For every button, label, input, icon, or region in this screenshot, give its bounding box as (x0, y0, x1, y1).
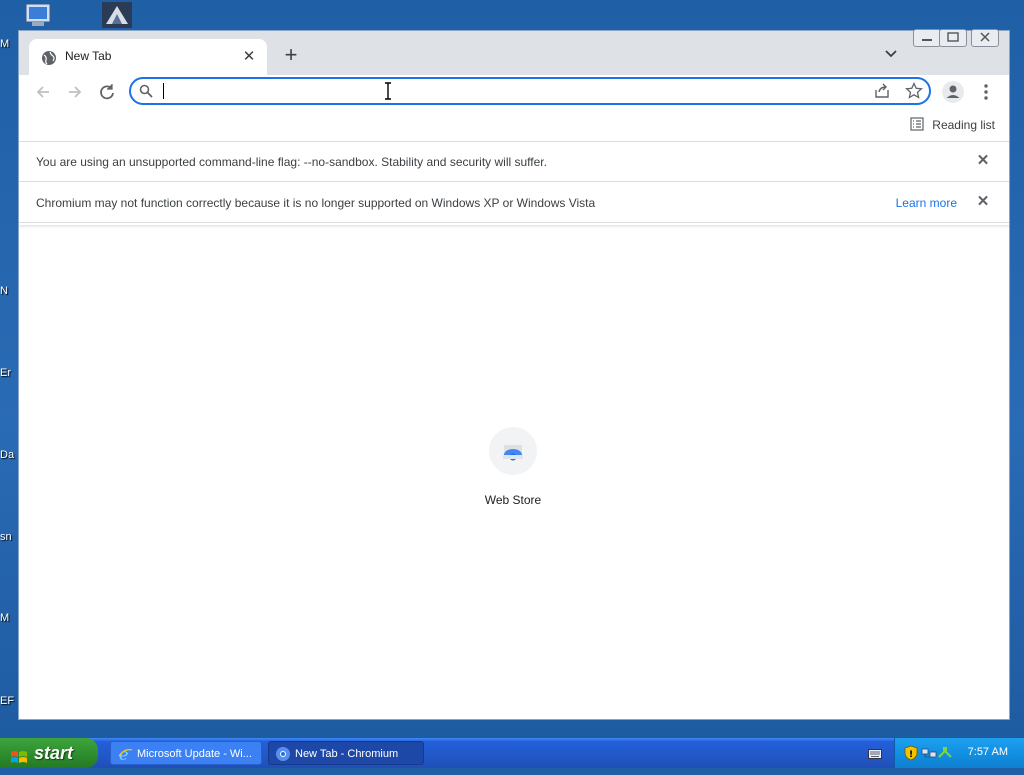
learn-more-link[interactable]: Learn more (896, 196, 957, 210)
i-beam-cursor-icon (383, 82, 393, 100)
infobar-sandbox-warning: You are using an unsupported command-lin… (19, 142, 1009, 182)
start-button[interactable]: start (0, 738, 98, 768)
network-icon[interactable] (921, 745, 937, 761)
chevron-down-icon[interactable] (881, 44, 901, 64)
infobar-message: Chromium may not function correctly beca… (36, 196, 596, 210)
chromium-icon (275, 746, 291, 762)
infobar-message: You are using an unsupported command-lin… (36, 155, 547, 169)
globe-icon (41, 50, 57, 66)
new-tab-page: Web Store (19, 225, 1009, 719)
taskbar: start e Microsoft Update - Wi... New Tab… (0, 738, 1024, 768)
close-icon[interactable]: ✕ (975, 153, 991, 169)
search-icon (139, 84, 153, 98)
back-button[interactable] (31, 80, 55, 104)
reading-list-label: Reading list (932, 118, 995, 132)
close-window-button[interactable] (971, 29, 999, 47)
more-menu-icon[interactable] (974, 80, 998, 104)
bookmarks-bar: Reading list (19, 109, 1009, 142)
desktop-icon-label[interactable]: Er (0, 367, 18, 379)
clock[interactable]: 7:57 AM (968, 746, 1008, 758)
close-icon[interactable]: ✕ (239, 47, 259, 67)
desktop-icon-label[interactable]: M (0, 612, 18, 624)
internet-explorer-icon: e (117, 745, 133, 764)
star-icon[interactable] (905, 81, 923, 100)
new-tab-button[interactable]: + (279, 44, 303, 68)
tab-title: New Tab (65, 49, 112, 63)
my-computer-desktop-icon[interactable] (22, 0, 56, 30)
forward-button[interactable] (63, 80, 87, 104)
toolbar (19, 75, 1009, 109)
profile-avatar[interactable] (941, 80, 965, 104)
address-input[interactable] (161, 82, 865, 102)
svg-text:!: ! (909, 750, 913, 760)
task-label: New Tab - Chromium (295, 748, 399, 760)
infobar-unsupported-os: Chromium may not function correctly beca… (19, 183, 1009, 223)
system-tray: ! 7:57 AM (894, 738, 1024, 768)
minimize-button[interactable] (913, 29, 941, 47)
reload-button[interactable] (95, 80, 119, 104)
taskbar-item-microsoft-update[interactable]: e Microsoft Update - Wi... (110, 741, 262, 765)
reading-list-icon (910, 116, 924, 134)
text-caret (163, 83, 164, 99)
share-icon[interactable] (873, 82, 891, 100)
desktop-icon-label[interactable]: N (0, 285, 18, 297)
shortcut-label: Web Store (484, 493, 542, 507)
tab-new-tab[interactable]: New Tab ✕ (29, 39, 267, 75)
windows-flag-icon (10, 745, 28, 763)
desktop-icon-label[interactable]: M (0, 38, 18, 50)
keyboard-icon[interactable] (868, 747, 882, 759)
safely-remove-hardware-icon[interactable] (937, 745, 953, 761)
browser-window: New Tab ✕ + Reading list You are using a… (18, 29, 1010, 720)
desktop-icon-label[interactable]: EF (0, 695, 18, 707)
start-label: start (34, 743, 74, 763)
taskbar-item-chromium[interactable]: New Tab - Chromium (268, 741, 424, 765)
web-store-icon (489, 427, 537, 475)
security-shield-icon[interactable]: ! (903, 745, 919, 761)
reading-list-button[interactable]: Reading list (910, 115, 995, 135)
task-label: Microsoft Update - Wi... (137, 748, 252, 760)
maximize-button[interactable] (939, 29, 967, 47)
shortcut-web-store[interactable]: Web Store (471, 427, 555, 511)
desktop-icon-label[interactable]: sn (0, 531, 18, 543)
tab-strip: New Tab ✕ + (19, 29, 1009, 75)
close-icon[interactable]: ✕ (975, 194, 991, 210)
program-desktop-icon[interactable] (100, 0, 134, 30)
omnibox[interactable] (129, 77, 931, 105)
desktop-icon-label[interactable]: Da (0, 449, 18, 461)
